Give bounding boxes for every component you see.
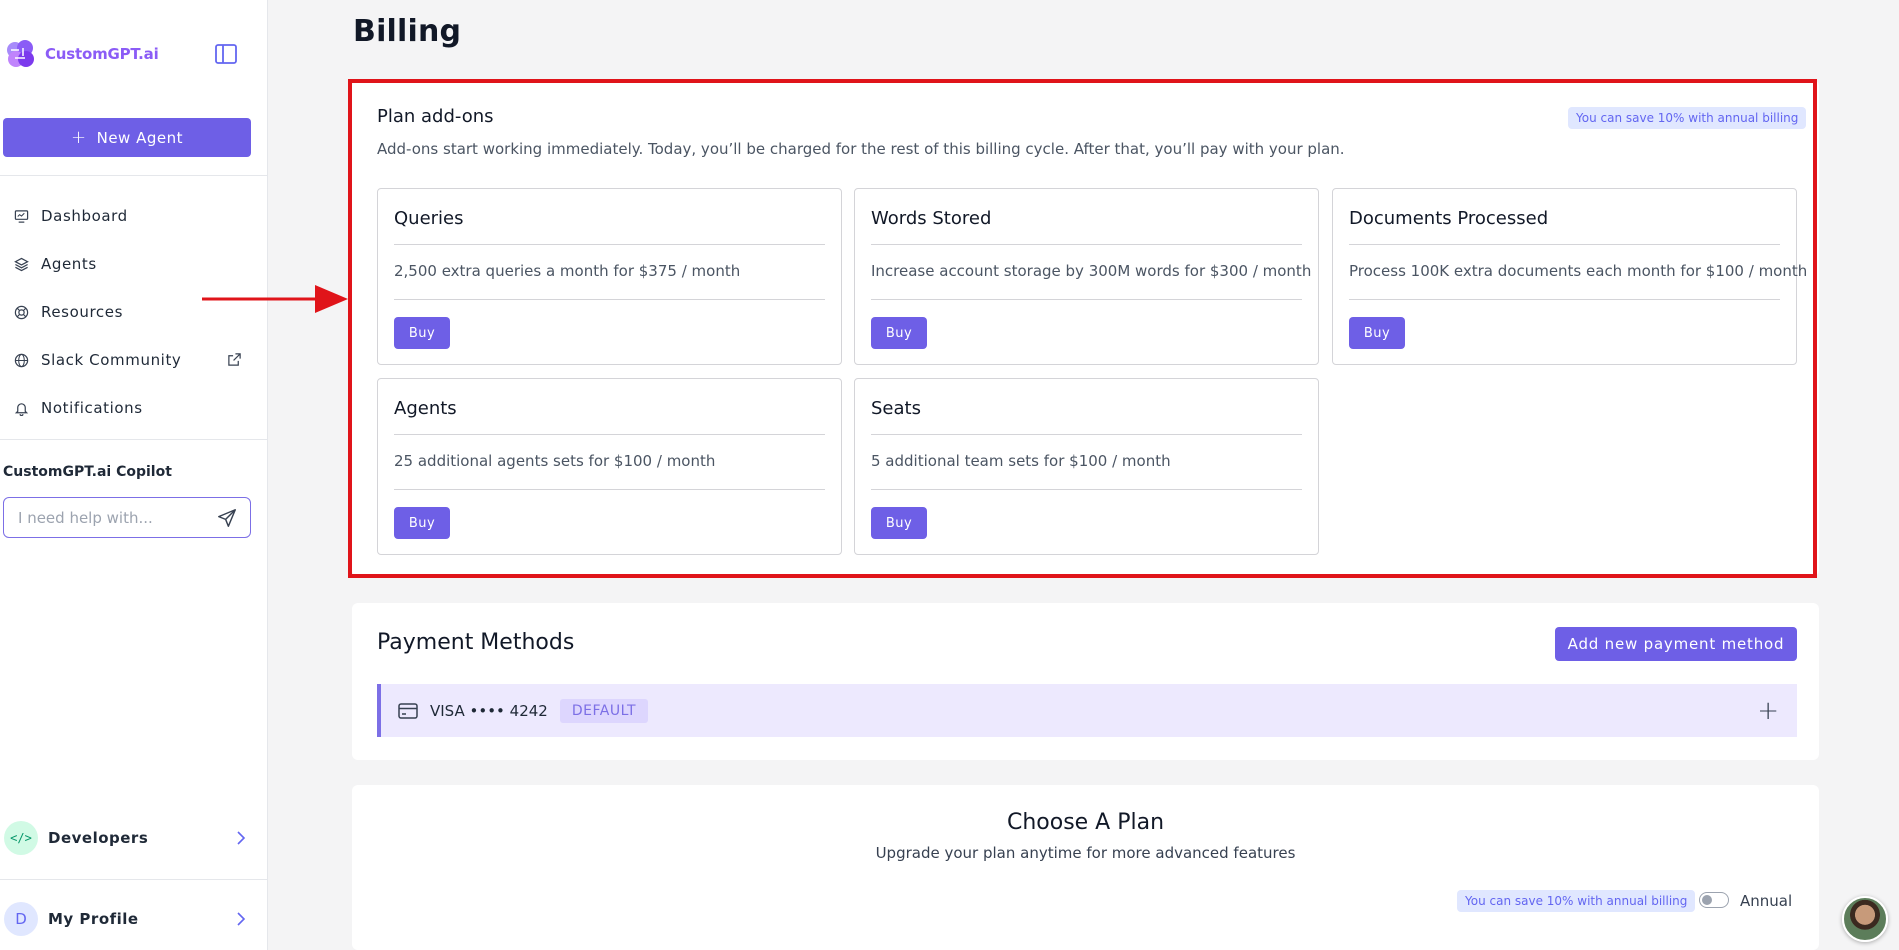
annual-billing-toggle[interactable] (1699, 892, 1729, 908)
addon-card-seats: Seats 5 additional team sets for $100 / … (854, 378, 1319, 555)
expand-plus-icon[interactable]: + (1757, 696, 1779, 726)
sidebar-item-label: Dashboard (41, 207, 128, 225)
send-icon[interactable] (216, 507, 238, 529)
sidebar-item-label: Notifications (41, 399, 143, 417)
card-divider (871, 489, 1302, 490)
sidebar-item-slack-community[interactable]: Slack Community (0, 336, 268, 384)
addon-card-title: Documents Processed (1349, 208, 1549, 229)
addon-card-description: Increase account storage by 300M words f… (871, 262, 1312, 280)
brain-logo-icon (7, 40, 34, 67)
copilot-input[interactable] (18, 508, 216, 527)
sidebar-item-label: Slack Community (41, 351, 182, 369)
globe-icon (14, 353, 29, 367)
addons-description: Add-ons start working immediately. Today… (377, 140, 1345, 158)
my-profile-label: My Profile (48, 910, 139, 928)
layers-icon (14, 257, 29, 271)
card-divider (871, 434, 1302, 435)
sidebar: CustomGPT.ai + New Agent Dashboard Agent… (0, 0, 268, 950)
sidebar-item-notifications[interactable]: Notifications (0, 384, 268, 432)
avatar: D (4, 902, 38, 936)
annotation-arrow-icon (202, 285, 348, 313)
buy-agents-button[interactable]: Buy (394, 507, 450, 539)
code-icon: </> (4, 821, 38, 855)
chevron-right-icon (237, 912, 246, 926)
payment-methods-panel: Payment Methods Add new payment method V… (352, 603, 1819, 760)
payment-card-row[interactable]: VISA •••• 4242 DEFAULT + (377, 684, 1797, 737)
sidebar-divider (0, 879, 268, 880)
credit-card-icon (398, 702, 418, 719)
card-divider (1349, 244, 1780, 245)
annual-savings-badge: You can save 10% with annual billing (1568, 107, 1807, 129)
choose-plan-panel: Choose A Plan Upgrade your plan anytime … (352, 785, 1819, 950)
new-agent-button[interactable]: + New Agent (3, 118, 251, 157)
annual-toggle-label: Annual (1740, 892, 1793, 910)
card-divider (394, 244, 825, 245)
plan-addons-panel: Plan add-ons Add-ons start working immed… (352, 80, 1819, 576)
card-divider (394, 299, 825, 300)
buy-queries-button[interactable]: Buy (394, 317, 450, 349)
buy-seats-button[interactable]: Buy (871, 507, 927, 539)
addon-card-description: Process 100K extra documents each month … (1349, 262, 1808, 280)
sidebar-item-label: Resources (41, 303, 124, 321)
sidebar-divider (0, 175, 268, 176)
addon-card-description: 5 additional team sets for $100 / month (871, 452, 1171, 470)
addon-card-title: Agents (394, 398, 457, 419)
annual-savings-badge: You can save 10% with annual billing (1457, 890, 1696, 912)
buy-documents-processed-button[interactable]: Buy (1349, 317, 1405, 349)
sidebar-item-label: Agents (41, 255, 97, 273)
card-divider (1349, 299, 1780, 300)
bell-icon (14, 402, 29, 416)
external-link-icon (228, 353, 241, 366)
addon-card-description: 2,500 extra queries a month for $375 / m… (394, 262, 741, 280)
addon-card-agents: Agents 25 additional agents sets for $10… (377, 378, 842, 555)
choose-plan-title: Choose A Plan (1006, 810, 1165, 835)
my-profile-row[interactable]: D My Profile (0, 899, 268, 939)
payment-methods-title: Payment Methods (377, 630, 575, 655)
lifebuoy-icon (14, 305, 29, 319)
buy-words-stored-button[interactable]: Buy (871, 317, 927, 349)
copilot-input-box (3, 497, 251, 538)
card-number: VISA •••• 4242 (430, 701, 548, 720)
new-agent-label: New Agent (96, 128, 183, 147)
sidebar-item-agents[interactable]: Agents (0, 240, 268, 288)
addon-card-words-stored: Words Stored Increase account storage by… (854, 188, 1319, 365)
sidebar-toggle-icon[interactable] (214, 43, 238, 65)
brand-name: CustomGPT.ai (45, 45, 159, 63)
developers-label: Developers (48, 829, 149, 847)
addon-card-documents-processed: Documents Processed Process 100K extra d… (1332, 188, 1807, 365)
brand[interactable]: CustomGPT.ai (3, 36, 159, 72)
page-title: Billing (353, 14, 462, 49)
copilot-title: CustomGPT.ai Copilot (3, 464, 172, 480)
dashboard-icon (14, 209, 29, 223)
plus-icon: + (71, 127, 87, 148)
addon-card-title: Queries (394, 208, 464, 229)
card-divider (394, 434, 825, 435)
support-chat-avatar[interactable] (1842, 896, 1888, 942)
chevron-right-icon (237, 831, 246, 845)
sidebar-divider (0, 439, 268, 440)
choose-plan-subtitle: Upgrade your plan anytime for more advan… (875, 844, 1296, 862)
default-badge: DEFAULT (559, 698, 649, 723)
addon-card-title: Words Stored (871, 208, 992, 229)
addon-card-title: Seats (871, 398, 921, 419)
addons-title: Plan add-ons (377, 106, 494, 127)
add-payment-method-button[interactable]: Add new payment method (1555, 627, 1797, 661)
developers-row[interactable]: </> Developers (0, 818, 268, 858)
sidebar-item-dashboard[interactable]: Dashboard (0, 192, 268, 240)
card-divider (871, 244, 1302, 245)
addon-card-description: 25 additional agents sets for $100 / mon… (394, 452, 716, 470)
addon-card-queries: Queries 2,500 extra queries a month for … (377, 188, 842, 365)
card-divider (871, 299, 1302, 300)
card-divider (394, 489, 825, 490)
